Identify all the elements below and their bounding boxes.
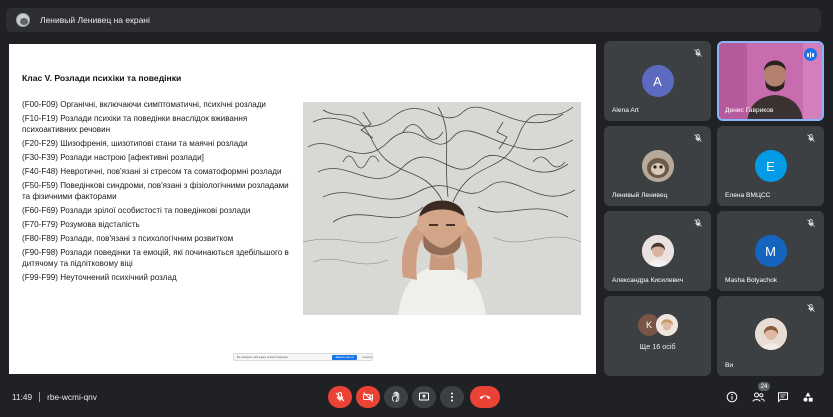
mic-off-icon [807, 134, 815, 142]
participant-tile[interactable]: Александра Кисилевич [604, 211, 711, 291]
participant-tile[interactable]: M Masha Bolyachok [717, 211, 824, 291]
avatar: E [754, 150, 787, 182]
participant-name: Masha Bolyachok [725, 277, 778, 284]
avatar: A [641, 65, 674, 97]
participant-tile[interactable]: A Alena Art [604, 41, 711, 121]
participant-name: Александра Кисилевич [612, 277, 684, 284]
slide-list-item: (F40-F48) Невротичні, пов'язані зі стрес… [22, 166, 282, 176]
present-screen-button[interactable] [412, 386, 436, 408]
info-icon [726, 391, 738, 403]
present-icon [419, 392, 429, 401]
participant-tile[interactable]: Ленивый Ленивец [604, 126, 711, 206]
avatar: M [754, 235, 787, 267]
presenter-bar[interactable]: Ленивый Ленивец на екрані [6, 8, 821, 32]
participant-tile[interactable]: E Елена ВМЦСС [717, 126, 824, 206]
camera-toggle-button[interactable] [356, 386, 380, 408]
mic-toggle-button[interactable] [328, 386, 352, 408]
slide-title: Клас V. Розлади психіки та поведінки [22, 73, 182, 83]
slide-list-item: (F30-F39) Розлади настрою [афективні роз… [22, 152, 204, 162]
slide-list-item: (F90-F98) Розлади поведінки та емоцій, я… [22, 248, 289, 268]
people-icon [752, 392, 765, 402]
meet-window: Ленивый Ленивец на екрані Клас V. Розлад… [0, 0, 833, 417]
chat-button[interactable] [776, 390, 790, 404]
slide-list-item: (F99-F99) Неуточнений психічний розлад [22, 272, 177, 282]
clock: 11:49 [12, 392, 33, 402]
meeting-code[interactable]: rbe-wcmi-qnv [47, 392, 97, 402]
meeting-details-button[interactable] [725, 390, 739, 404]
slide-list-item: (F00-F09) Органічні, включаючи симптомат… [22, 100, 266, 109]
more-participants-tile[interactable]: K Ще 16 осіб [604, 296, 711, 376]
slide-list-item: (F10-F19) Розлади психіки та поведінки в… [22, 114, 248, 134]
participant-name: Денис Гавриков [725, 107, 774, 114]
activities-button[interactable] [801, 390, 815, 404]
slide-list: (F00-F09) Органічні, включаючи симптомат… [22, 100, 292, 287]
participant-tile-active-speaker[interactable]: Денис Гавриков [717, 41, 824, 121]
mic-off-icon [694, 219, 702, 227]
people-count-badge: 24 [758, 382, 770, 391]
slide-list-item: (F20-F29) Шизофренія, шизотипові стани т… [22, 138, 248, 148]
divider [39, 392, 41, 402]
shared-screen: Клас V. Розлади психіки та поведінки (F0… [9, 44, 596, 374]
mic-off-icon [694, 134, 702, 142]
participant-name: Ленивый Ленивец [612, 192, 668, 199]
more-options-button[interactable] [440, 386, 464, 408]
more-participants-label: Ще 16 осіб [639, 342, 676, 351]
hide-notice-button[interactable]: Сховати [362, 356, 372, 359]
self-tile[interactable]: Ви [717, 296, 824, 376]
chat-icon [778, 392, 788, 403]
people-button[interactable] [751, 390, 765, 404]
slide-list-item: (F60-F69) Розлади зрілої особистості та … [22, 205, 251, 215]
hang-up-icon [479, 395, 491, 399]
shapes-icon [803, 392, 813, 402]
participant-name: Ви [725, 362, 734, 369]
stressed-man-photo [303, 102, 581, 315]
screen-share-notice: Ви показуєте свій екран та вікно браузер… [233, 353, 373, 361]
avatar [754, 318, 787, 350]
avatar [641, 235, 674, 267]
mic-off-icon [335, 391, 345, 402]
leave-call-button[interactable] [470, 386, 500, 408]
avatar [656, 314, 678, 336]
camera-off-icon [363, 392, 373, 402]
mic-off-icon [694, 49, 702, 57]
presenter-avatar [16, 13, 30, 27]
slide-list-item: (F70-F79) Розумова відсталість [22, 219, 140, 229]
raise-hand-button[interactable] [384, 386, 408, 408]
avatar [641, 150, 674, 182]
speaking-indicator-icon [804, 48, 817, 61]
participant-name: Елена ВМЦСС [725, 192, 771, 199]
mic-off-icon [807, 219, 815, 227]
bottom-toolbar: 11:49 rbe-wcmi-qnv 24 [0, 380, 833, 417]
participant-name: Alena Art [612, 107, 639, 114]
stop-sharing-button[interactable]: Закрити доступ [332, 354, 358, 360]
mic-off-icon [807, 304, 815, 312]
hand-icon [391, 391, 400, 402]
more-vert-icon [451, 392, 453, 402]
presenter-label: Ленивый Ленивец на екрані [40, 15, 150, 25]
slide-list-item: (F50-F59) Поведінкові синдроми, пов'язан… [22, 181, 289, 201]
slide-list-item: (F80-F89) Розлади, пов'язані з психологі… [22, 233, 234, 243]
share-notice-text: Ви показуєте свій екран та вікно браузер… [237, 355, 288, 359]
meeting-info: 11:49 rbe-wcmi-qnv [12, 392, 97, 402]
